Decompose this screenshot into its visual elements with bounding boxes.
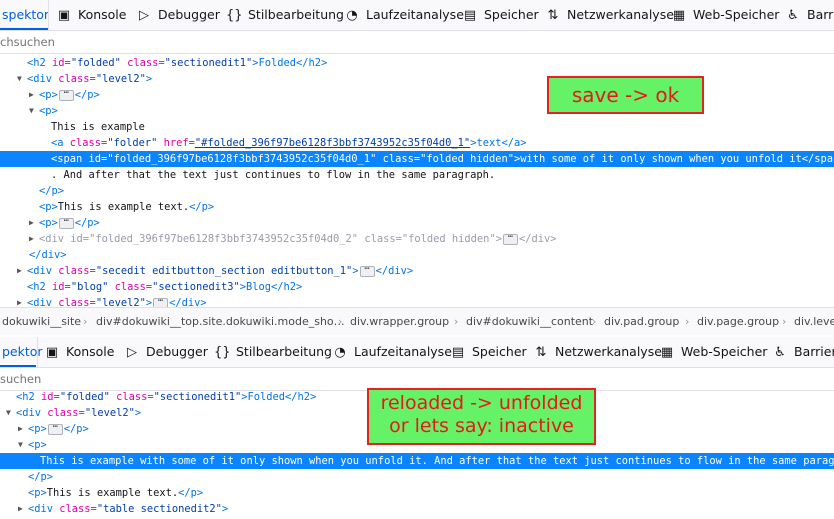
tree-row-hidden[interactable]: ▶ <div id="folded_396f97be6128f3bbf374395… [0,231,834,247]
markup-tree: <h2 id="folded" class="sectionedit1">Fol… [0,55,834,309]
tab-accessibility[interactable]: ♿Barrie [785,0,834,30]
tab-memory[interactable]: ▤ Speicher [450,337,527,367]
tree-row[interactable]: ▼ <p> [0,103,834,119]
tab-console[interactable]: ▣ Konsole [56,0,127,30]
tree-row[interactable]: . And after that the text just continues… [0,167,834,183]
ellipsis-icon[interactable]: ⋯ [58,88,74,101]
annotation-save-ok: save -> ok [547,76,704,114]
chevron-right-icon: › [782,315,787,328]
tab-console[interactable]: ▣ Konsole [44,337,115,367]
tree-row[interactable]: <p>This is example text.</p> [0,485,834,501]
tab-performance[interactable]: ◔ Laufzeitanalyse [344,0,464,30]
tab-performance[interactable]: ◔ Laufzeitanalyse [332,337,452,367]
ellipsis-icon[interactable]: ⋯ [58,216,74,229]
console-icon: ▣ [57,8,71,23]
breadcrumb-item[interactable]: div.page.group [697,308,779,335]
tab-accessibility[interactable]: ♿Barriere [772,337,834,367]
twisty-collapsed-icon[interactable]: ▶ [29,231,39,247]
chevron-right-icon: › [83,315,88,328]
storage-icon: ▦ [672,8,686,23]
accessibility-icon: ♿ [774,345,786,360]
twisty-collapsed-icon[interactable]: ▶ [29,87,39,103]
chevron-right-icon: › [454,315,459,328]
tab-network[interactable]: ⇅ Netzwerkanalyse [545,0,674,30]
devtools-toolbar: spektor ▣ Konsole ▷ Debugger {} Stilbearbei… [0,0,834,31]
tree-row[interactable]: ▼ <div class="level2"> [0,71,834,87]
annotation-reloaded-unfolded: reloaded -> unfolded or lets say: inacti… [367,388,596,445]
ellipsis-icon[interactable]: ⋯ [359,264,375,277]
tree-row[interactable]: </p> [0,469,834,485]
gauge-icon: ◔ [334,345,346,360]
chip-icon: ▤ [451,345,465,360]
twisty-expanded-icon[interactable]: ▼ [6,405,16,421]
devtools-panel-bottom: pektor ▣ Konsole ▷ Debugger {} Stilbearbeit… [0,337,834,519]
tab-debugger[interactable]: ▷ Debugger [124,337,208,367]
chevron-right-icon: › [685,315,690,328]
breadcrumb-item[interactable]: div.level [794,308,834,335]
tree-row[interactable]: ▶ <div class="secedit editbutton_section … [0,263,834,279]
tab-network[interactable]: ⇅ Netzwerkanalyse [533,337,662,367]
chevron-right-icon: › [338,315,343,328]
tab-style-editor[interactable]: {} Stilbearbeitung [214,337,332,367]
tree-row[interactable]: This is example [0,119,834,135]
tree-row[interactable]: <h2 id="blog" class="sectionedit3">Blog<… [0,279,834,295]
tab-inspector[interactable]: pektor [0,337,43,367]
tree-row[interactable]: </div> [0,247,834,263]
accessibility-icon: ♿ [787,8,799,23]
tree-row[interactable]: ▶ <p> ⋯ </p> [0,215,834,231]
breadcrumb-item[interactable]: div.pad.group [604,308,679,335]
twisty-expanded-icon[interactable]: ▼ [29,103,39,119]
tab-storage[interactable]: ▦ Web-Speicher [671,0,780,30]
twisty-expanded-icon[interactable]: ▼ [17,71,27,87]
twisty-collapsed-icon[interactable]: ▶ [29,215,39,231]
tree-row[interactable]: <a class="folder" href="#folded_396f97be… [0,135,834,151]
gauge-icon: ◔ [346,8,358,23]
href-link[interactable]: "#folded_396f97be6128f3bbf3743952c35f04d… [195,137,470,149]
braces-icon: {} [214,345,231,360]
breadcrumb-item[interactable]: div#dokuwiki__content [466,308,593,335]
storage-icon: ▦ [660,345,674,360]
tab-style-editor[interactable]: {} Stilbearbeitung [226,0,344,30]
ellipsis-icon[interactable]: ⋯ [502,232,518,245]
chevron-right-icon: › [592,315,597,328]
arrows-updown-icon: ⇅ [547,8,559,23]
tree-row[interactable]: ▶ <div class="table sectionedit2"> [0,501,834,517]
tree-row[interactable]: <p>This is example text.</p> [0,199,834,215]
devtools-panel-top: spektor ▣ Konsole ▷ Debugger {} Stilbearbei… [0,0,834,335]
tree-row[interactable]: </p> [0,183,834,199]
debugger-icon: ▷ [139,8,149,23]
breadcrumb-item[interactable]: div.wrapper.group [350,308,449,335]
ellipsis-icon[interactable]: ⋯ [47,422,63,435]
tab-inspector[interactable]: spektor [0,0,49,30]
search-bar [0,31,834,54]
tree-row[interactable]: <h2 id="folded" class="sectionedit1">Fol… [0,55,834,71]
twisty-collapsed-icon[interactable]: ▶ [17,263,27,279]
tab-memory[interactable]: ▤ Speicher [462,0,539,30]
twisty-collapsed-icon[interactable]: ▶ [18,421,28,437]
braces-icon: {} [226,8,243,23]
breadcrumb-item[interactable]: div#dokuwiki__top.site.dokuwiki.mode_sho… [96,308,345,335]
console-icon: ▣ [45,345,59,360]
twisty-collapsed-icon[interactable]: ▶ [18,501,28,517]
breadcrumb: dokuwiki__site › div#dokuwiki__top.site.… [0,307,834,335]
tab-storage[interactable]: ▦ Web-Speicher [659,337,768,367]
tree-row-selected[interactable]: This is example with some of it only sho… [0,453,834,469]
tab-debugger[interactable]: ▷ Debugger [136,0,220,30]
chip-icon: ▤ [463,8,477,23]
arrows-updown-icon: ⇅ [535,345,547,360]
twisty-expanded-icon[interactable]: ▼ [18,437,28,453]
devtools-toolbar: pektor ▣ Konsole ▷ Debugger {} Stilbearbeit… [0,337,834,368]
tree-row-selected[interactable]: <span id="folded_396f97be6128f3bbf374395… [0,151,834,167]
search-input[interactable] [0,368,300,390]
debugger-icon: ▷ [127,345,137,360]
search-input[interactable] [0,31,300,53]
tree-row[interactable]: ▶ <p> ⋯ </p> [0,87,834,103]
breadcrumb-item[interactable]: dokuwiki__site [2,308,81,335]
